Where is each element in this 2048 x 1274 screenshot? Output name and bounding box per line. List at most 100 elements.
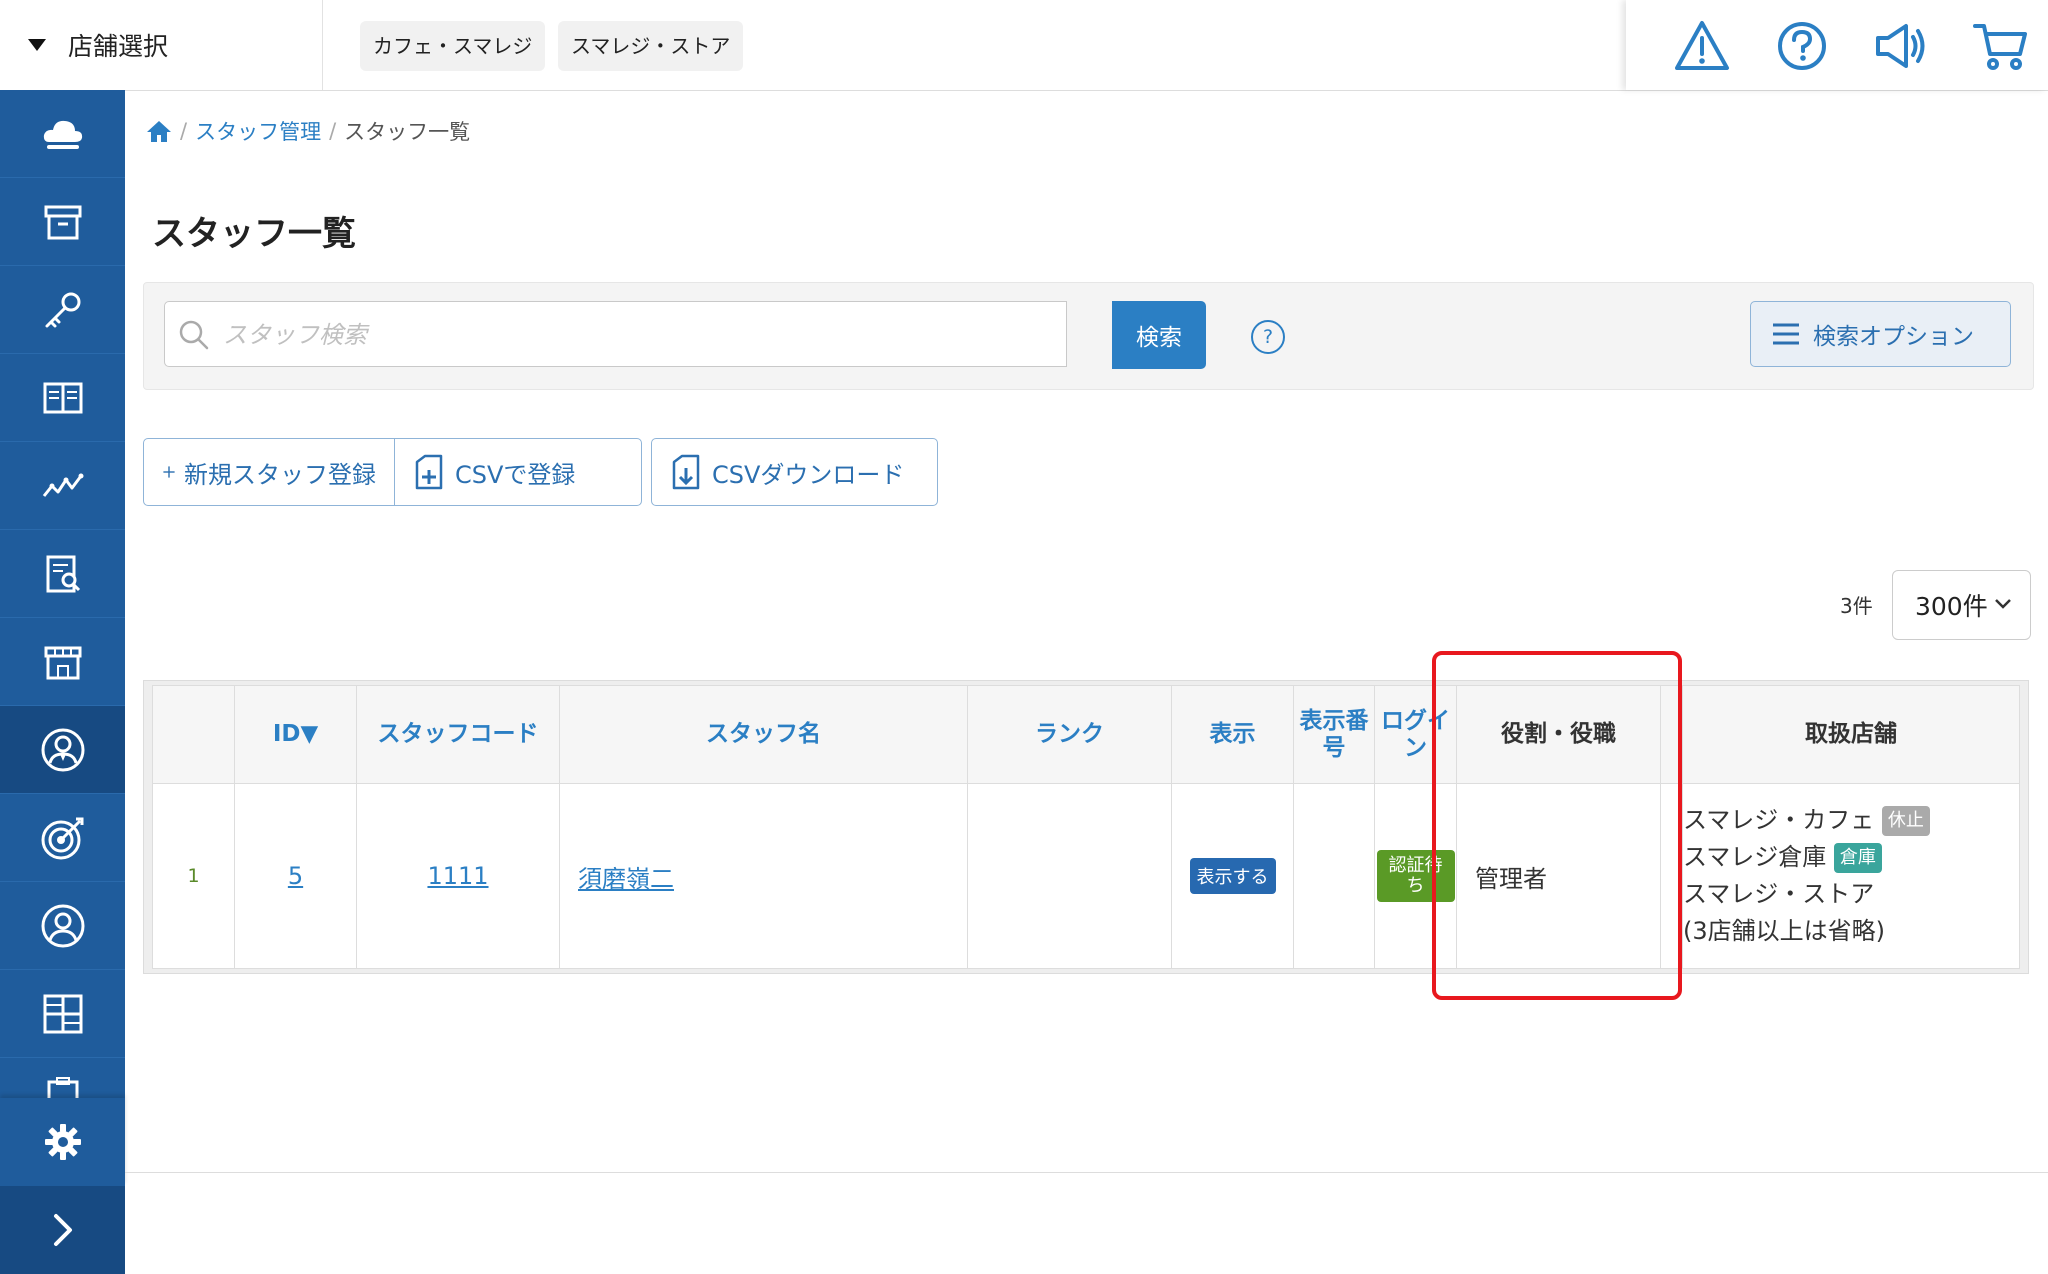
col-header-code[interactable]: スタッフコード	[356, 685, 560, 784]
new-staff-label: 新規スタッフ登録	[184, 460, 376, 489]
cloud-icon	[43, 120, 82, 149]
warning-icon[interactable]	[1674, 18, 1730, 74]
csv-download-group: CSVダウンロード	[651, 438, 938, 506]
col-header-no	[152, 685, 235, 784]
chart-line-icon	[42, 473, 83, 497]
sidebar-item-layout[interactable]	[0, 970, 125, 1058]
per-page-value: 300件	[1915, 592, 1988, 621]
target-icon	[41, 817, 83, 859]
result-count: 3件	[1840, 594, 1873, 618]
store-name: スマレジ・ストア	[1683, 880, 1875, 908]
gear-icon	[44, 1124, 81, 1160]
csv-register-label: CSVで登録	[455, 460, 576, 489]
col-header-login[interactable]: ログイン	[1374, 685, 1457, 784]
col-header-name[interactable]: スタッフ名	[559, 685, 968, 784]
sidebar-item-book[interactable]	[0, 354, 125, 442]
chevron-right-icon	[53, 1214, 72, 1246]
col-header-role: 役割・役職	[1456, 685, 1661, 784]
col-header-spacer	[1660, 685, 1683, 784]
help-icon[interactable]	[1774, 18, 1830, 74]
sidebar-item-archive[interactable]	[0, 178, 125, 266]
store-line: スマレジ・カフェ 休止	[1683, 802, 2019, 839]
store-status-badge: 休止	[1881, 806, 1930, 836]
search-icon	[179, 320, 209, 350]
col-header-display-no[interactable]: 表示番号	[1293, 685, 1375, 784]
store-chip-store[interactable]: スマレジ・ストア	[558, 21, 744, 71]
row-number: 1	[152, 783, 235, 969]
store-select-label: 店舗選択	[68, 32, 169, 61]
table-row: 1 5 1111 須磨嶺二 表示する 認証待ち 管理者 スマレジ・カフェ 休止 …	[152, 783, 2020, 969]
store-chip-cafe[interactable]: カフェ・スマレジ	[360, 21, 546, 71]
sidebar-item-target[interactable]	[0, 794, 125, 882]
csv-download-button[interactable]: CSVダウンロード	[652, 439, 937, 505]
store-line: (3店舗以上は省略)	[1683, 913, 2019, 950]
cell-id: 5	[234, 783, 357, 969]
sidebar-item-chart[interactable]	[0, 442, 125, 530]
staff-search-input[interactable]	[221, 302, 1055, 368]
register-button-group: 新規スタッフ登録 CSVで登録	[143, 438, 642, 506]
caret-down-icon	[28, 39, 46, 51]
archive-icon	[44, 205, 81, 239]
search-button[interactable]: 検索	[1112, 301, 1206, 369]
breadcrumb-separator: /	[329, 119, 337, 143]
sidebar-item-key[interactable]	[0, 266, 125, 354]
settings-button[interactable]	[0, 1098, 125, 1186]
cell-name: 須磨嶺二	[559, 783, 968, 969]
sidebar-item-store[interactable]	[0, 618, 125, 706]
home-icon[interactable]	[146, 119, 172, 143]
csv-download-label: CSVダウンロード	[712, 460, 905, 489]
cell-login: 認証待ち	[1374, 783, 1457, 969]
breadcrumb-staff-management[interactable]: スタッフ管理	[195, 116, 321, 146]
expand-sidebar-button[interactable]	[0, 1186, 125, 1274]
sidebar-item-cloud[interactable]	[0, 90, 125, 178]
breadcrumb-separator: /	[180, 119, 188, 143]
table-header-row: ID▼ スタッフコード スタッフ名 ランク 表示 表示番号 ログイン 役割・役職…	[152, 685, 2020, 784]
sidebar	[0, 90, 125, 1274]
new-staff-button[interactable]: 新規スタッフ登録	[144, 439, 394, 505]
store-omitted-note: (3店舗以上は省略)	[1683, 917, 1886, 945]
cart-icon[interactable]	[1972, 18, 2028, 74]
sidebar-item-user[interactable]	[0, 882, 125, 970]
store-type-badge: 倉庫	[1833, 843, 1882, 873]
search-box	[164, 301, 1067, 368]
cell-code: 1111	[356, 783, 560, 969]
megaphone-icon[interactable]	[1872, 18, 1928, 74]
cell-role: 管理者	[1456, 783, 1661, 969]
staff-table-container: ID▼ スタッフコード スタッフ名 ランク 表示 表示番号 ログイン 役割・役職…	[143, 680, 2029, 974]
search-panel: 検索 ? 検索オプション	[143, 282, 2034, 390]
book-icon	[43, 382, 82, 413]
staff-code-link[interactable]: 1111	[427, 862, 488, 890]
col-header-display[interactable]: 表示	[1171, 685, 1294, 784]
plus-icon	[163, 466, 175, 478]
top-icon-group	[1626, 0, 2048, 90]
csv-register-button[interactable]: CSVで登録	[394, 439, 641, 505]
sidebar-item-report[interactable]	[0, 530, 125, 618]
per-page-select[interactable]: 300件	[1892, 570, 2031, 640]
clipboard-icon	[47, 1077, 78, 1098]
key-icon	[45, 292, 80, 327]
file-download-icon	[672, 454, 700, 490]
col-header-rank[interactable]: ランク	[967, 685, 1172, 784]
store-name: スマレジ・カフェ	[1683, 806, 1875, 834]
staff-id-link[interactable]: 5	[288, 862, 303, 890]
store-line: スマレジ倉庫 倉庫	[1683, 839, 2019, 876]
staff-name-link[interactable]: 須磨嶺二	[578, 865, 674, 893]
breadcrumb-current: スタッフ一覧	[344, 120, 471, 144]
cell-rank	[967, 783, 1172, 969]
footer-divider	[125, 1172, 2048, 1173]
cell-display: 表示する	[1171, 783, 1294, 969]
col-header-id[interactable]: ID▼	[234, 685, 357, 784]
cell-spacer	[1660, 783, 1683, 969]
sidebar-item-staff[interactable]	[0, 706, 125, 794]
search-options-label: 検索オプション	[1813, 324, 1974, 350]
layout-icon	[43, 994, 82, 1033]
report-search-icon	[46, 555, 80, 592]
store-name: スマレジ倉庫	[1683, 843, 1827, 871]
page-title: スタッフ一覧	[152, 214, 356, 254]
store-select-dropdown[interactable]: 店舗選択	[0, 0, 323, 90]
breadcrumb: / スタッフ管理 / スタッフ一覧	[146, 116, 470, 146]
sidebar-item-clipboard[interactable]	[0, 1058, 125, 1098]
search-help-icon[interactable]: ?	[1251, 320, 1285, 354]
search-options-button[interactable]: 検索オプション	[1750, 301, 2011, 367]
display-status-badge: 表示する	[1189, 858, 1276, 894]
